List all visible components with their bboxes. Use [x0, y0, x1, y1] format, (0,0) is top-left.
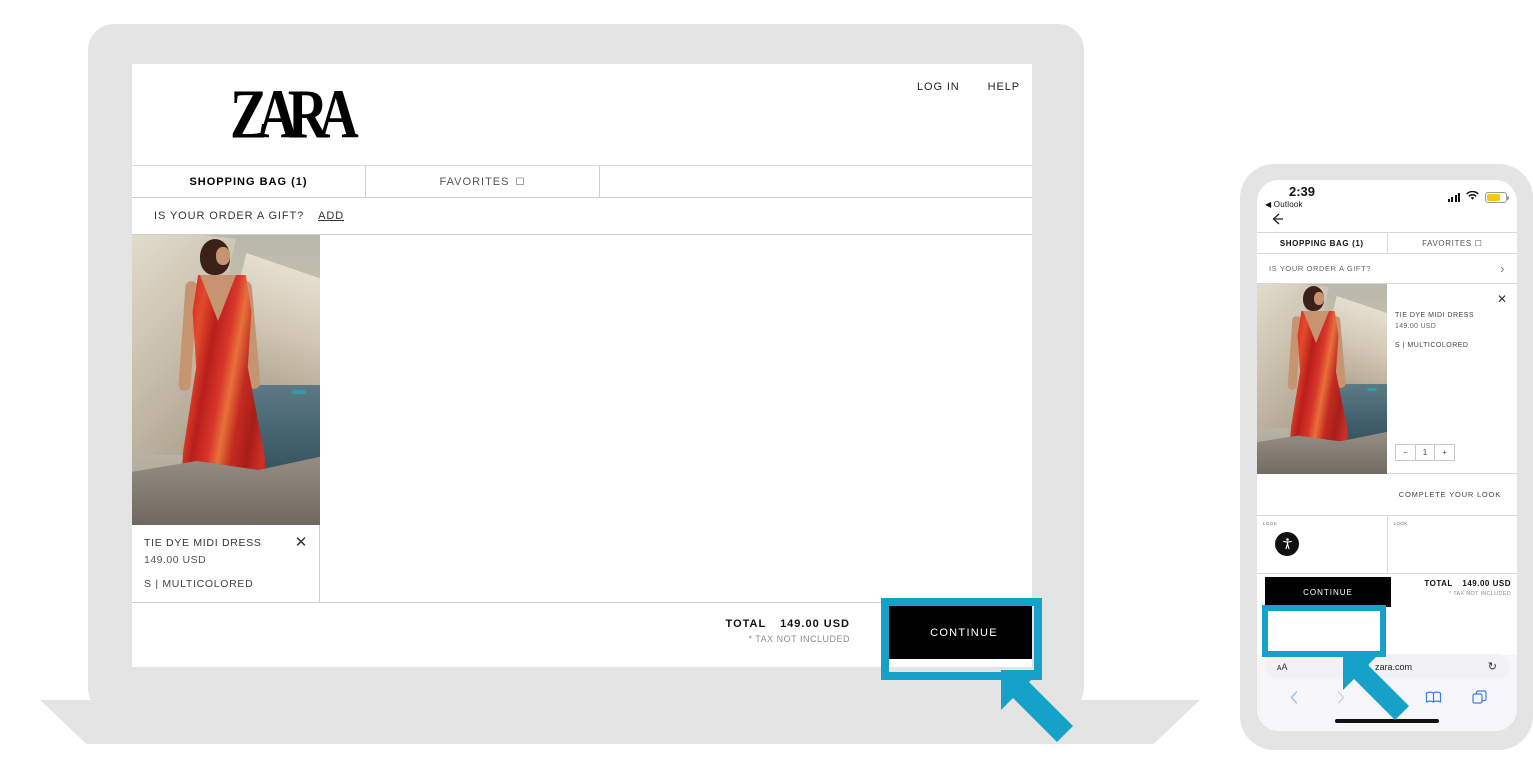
bag-body: ✕ TIE DYE MIDI DRESS 149.00 USD S | MULT… [132, 235, 1032, 626]
phone-product-variant: S | MULTICOLORED [1395, 342, 1469, 349]
gift-add-link[interactable]: ADD [318, 210, 344, 222]
phone-look-label-1: LOOK [1263, 521, 1278, 526]
phone-product-detail: ✕ TIE DYE MIDI DRESS 149.00 USD S | MULT… [1387, 284, 1517, 473]
screenshot-stage: ZARA LOG IN HELP SHOPPING BAG (1) FAVORI… [0, 0, 1533, 771]
phone-quantity-stepper: − 1 + [1395, 444, 1455, 461]
phone-back-row [1257, 210, 1517, 232]
product-price: 149.00 USD [144, 554, 207, 566]
annotation-arrow-desktop [1001, 670, 1073, 742]
phone-total-amount: 149.00 USD [1462, 579, 1511, 588]
wifi-icon [1466, 188, 1479, 206]
back-arrow-icon[interactable] [1269, 211, 1285, 227]
status-time: 2:39 [1289, 184, 1316, 199]
phone-viewport: 2:39 ◀ Outlook SHOPPING BAG (1) FAVORITE… [1257, 180, 1517, 731]
phone-photo-face [1314, 292, 1324, 305]
phone-complete-your-look-heading: COMPLETE YOUR LOOK [1257, 474, 1517, 516]
phone-product-row: ✕ TIE DYE MIDI DRESS 149.00 USD S | MULT… [1257, 284, 1517, 474]
phone-continue-button[interactable]: CONTINUE [1265, 577, 1391, 607]
phone-product-image[interactable] [1257, 284, 1387, 474]
photo-model-face [216, 247, 230, 265]
annotation-arrow-phone [1343, 654, 1409, 720]
bag-tabs: SHOPPING BAG (1) FAVORITES ☐ [132, 166, 1032, 198]
phone-total-line: TOTAL 149.00 USD [1424, 579, 1511, 588]
phone-gift-question: IS YOUR ORDER A GIFT? [1269, 264, 1372, 273]
phone-order-totals: TOTAL 149.00 USD * TAX NOT INCLUDED [1424, 579, 1511, 597]
phone-accessibility-icon[interactable] [1275, 532, 1299, 556]
login-link[interactable]: LOG IN [917, 81, 960, 93]
text-size-button[interactable]: ᴀA [1277, 662, 1287, 672]
phone-quantity-increase-button[interactable]: + [1435, 445, 1454, 460]
product-variant: S | MULTICOLORED [144, 578, 254, 590]
bag-footer: TOTAL 149.00 USD * TAX NOT INCLUDED CONT… [132, 602, 1032, 666]
phone-look-tile-1[interactable]: LOOK [1257, 516, 1388, 573]
browser-viewport: ZARA LOG IN HELP SHOPPING BAG (1) FAVORI… [132, 64, 1032, 667]
tab-favorites-label: FAVORITES [439, 176, 510, 188]
bag-empty-area [320, 235, 1032, 602]
cellular-signal-icon [1447, 192, 1460, 202]
phone-tax-note: * TAX NOT INCLUDED [1449, 591, 1511, 597]
phone-tab-shopping-bag[interactable]: SHOPPING BAG (1) [1257, 233, 1388, 253]
header-links: LOG IN HELP [917, 81, 1020, 93]
phone-bag-tabs: SHOPPING BAG (1) FAVORITES ☐ [1257, 232, 1517, 254]
phone-quantity-decrease-button[interactable]: − [1396, 445, 1415, 460]
phone-quantity-value[interactable]: 1 [1414, 445, 1436, 460]
chevron-right-icon: › [1500, 261, 1505, 276]
status-right-icons [1447, 188, 1509, 206]
gift-row: IS YOUR ORDER A GIFT? ADD [132, 198, 1032, 235]
phone-look-tiles: LOOK LOOK [1257, 516, 1517, 574]
status-back-to-app[interactable]: ◀ Outlook [1265, 200, 1303, 209]
total-amount: 149.00 USD [780, 618, 850, 630]
remove-item-icon[interactable]: ✕ [293, 535, 309, 551]
battery-low-power-icon [1485, 191, 1509, 203]
back-chevron-icon[interactable] [1286, 689, 1303, 711]
help-link[interactable]: HELP [988, 81, 1020, 93]
continue-button[interactable]: CONTINUE [889, 606, 1032, 659]
photo-boat [292, 390, 306, 394]
product-card: ✕ TIE DYE MIDI DRESS 149.00 USD S | MULT… [132, 235, 320, 626]
site-header: ZARA LOG IN HELP [132, 64, 1032, 166]
total-line: TOTAL 149.00 USD [726, 618, 850, 630]
total-label: TOTAL [725, 618, 766, 630]
tabs-icon[interactable] [1471, 689, 1488, 711]
phone-product-price: 149.00 USD [1395, 323, 1437, 330]
reload-icon[interactable]: ↻ [1488, 660, 1497, 673]
phone-total-label: TOTAL [1424, 579, 1453, 588]
tab-favorites[interactable]: FAVORITES ☐ [366, 166, 600, 198]
product-image[interactable] [132, 235, 320, 525]
phone-status-bar: 2:39 ◀ Outlook [1257, 180, 1517, 210]
tab-shopping-bag-label: SHOPPING BAG (1) [189, 176, 308, 188]
bookmark-icon: ☐ [515, 176, 526, 188]
gift-question: IS YOUR ORDER A GIFT? [154, 210, 305, 222]
phone-product-name: TIE DYE MIDI DRESS [1395, 312, 1475, 319]
zara-logo[interactable]: ZARA [230, 80, 359, 150]
phone-footer: CONTINUE TOTAL 149.00 USD * TAX NOT INCL… [1257, 574, 1517, 610]
phone-photo-boat [1367, 388, 1377, 391]
order-totals: TOTAL 149.00 USD * TAX NOT INCLUDED [726, 618, 850, 644]
phone-tab-favorites[interactable]: FAVORITES ☐ [1388, 233, 1518, 253]
phone-gift-row[interactable]: IS YOUR ORDER A GIFT? › [1257, 254, 1517, 284]
phone-look-tile-2[interactable]: LOOK [1388, 516, 1518, 573]
product-name: TIE DYE MIDI DRESS [144, 537, 262, 549]
phone-look-label-2: LOOK [1393, 521, 1408, 526]
phone-remove-item-icon[interactable]: ✕ [1497, 292, 1507, 306]
tax-note: * TAX NOT INCLUDED [748, 634, 850, 644]
bookmarks-icon[interactable] [1425, 689, 1442, 711]
tab-shopping-bag[interactable]: SHOPPING BAG (1) [132, 166, 366, 198]
phone-accessibility-glyph [1282, 537, 1292, 549]
